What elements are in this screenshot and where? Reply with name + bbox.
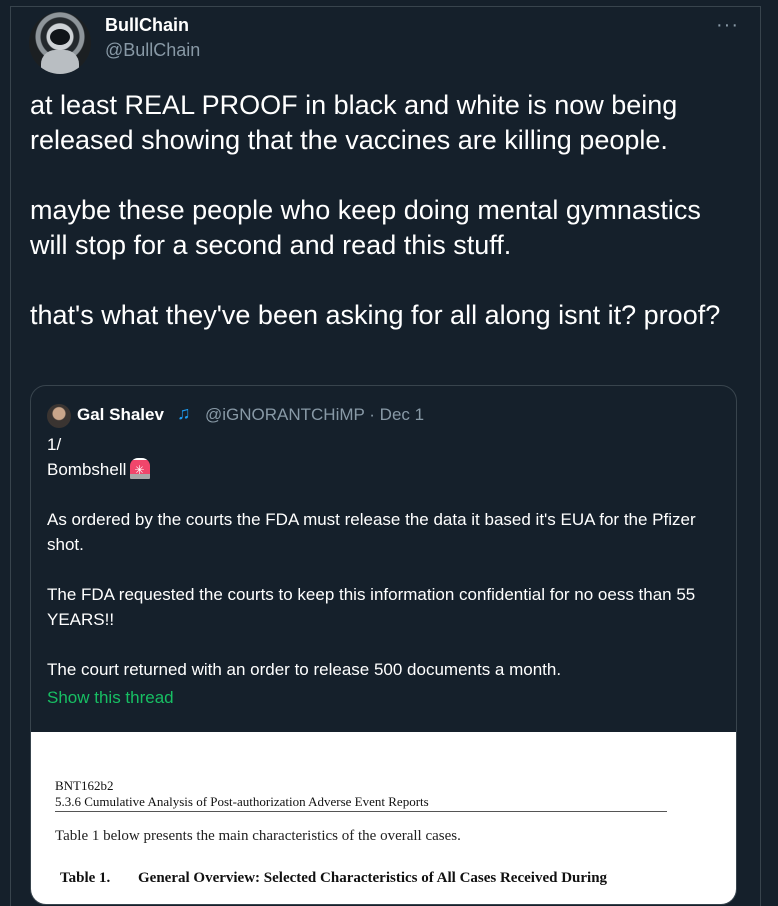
author-handle[interactable]: @BullChain	[105, 40, 200, 61]
quoted-image[interactable]: BNT162b2 5.3.6 Cumulative Analysis of Po…	[31, 732, 736, 904]
quoted-author-meta: @iGNORANTCHiMP · Dec 1	[205, 405, 425, 424]
show-thread-link[interactable]: Show this thread	[47, 688, 174, 708]
astronaut-visor	[50, 29, 70, 45]
astronaut-body	[41, 50, 79, 74]
doc-code: BNT162b2	[55, 778, 114, 793]
author-name[interactable]: BullChain	[105, 15, 189, 36]
quoted-text: 1/ Bombshell As ordered by the courts th…	[47, 432, 727, 682]
quoted-line-1: 1/	[47, 435, 62, 454]
tweet-text: at least REAL PROOF in black and white i…	[30, 90, 721, 330]
quoted-line-2: Bombshell	[47, 460, 127, 479]
siren-emoji-icon	[130, 458, 151, 483]
doc-table-number: Table 1.	[60, 870, 111, 886]
quoted-avatar[interactable]	[47, 404, 71, 428]
quoted-author-name[interactable]: Gal Shalev	[77, 405, 164, 425]
music-note-icon: ♫	[177, 403, 191, 423]
doc-section-title: 5.3.6 Cumulative Analysis of Post-author…	[55, 794, 667, 812]
more-options-icon[interactable]: ···	[716, 14, 739, 37]
doc-table-title: General Overview: Selected Characteristi…	[138, 870, 608, 886]
quoted-tweet[interactable]: Gal Shalev ♫ @iGNORANTCHiMP · Dec 1 1/ B…	[30, 385, 737, 905]
avatar[interactable]	[29, 12, 91, 74]
quoted-body: As ordered by the courts the FDA must re…	[47, 510, 696, 679]
doc-paragraph: Table 1 below presents the main characte…	[55, 828, 461, 844]
